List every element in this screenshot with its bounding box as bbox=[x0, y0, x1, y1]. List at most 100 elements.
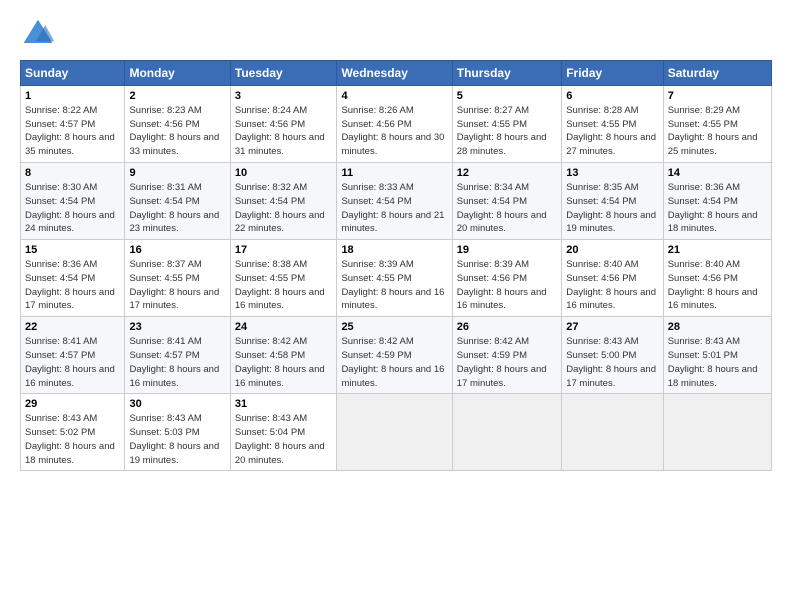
day-daylight: Daylight: 8 hours and 28 minutes. bbox=[457, 132, 547, 157]
day-daylight: Daylight: 8 hours and 16 minutes. bbox=[457, 287, 547, 312]
day-sunset: Sunset: 5:00 PM bbox=[566, 350, 636, 361]
day-sunset: Sunset: 4:54 PM bbox=[25, 196, 95, 207]
day-daylight: Daylight: 8 hours and 30 minutes. bbox=[341, 132, 444, 157]
day-daylight: Daylight: 8 hours and 16 minutes. bbox=[129, 364, 219, 389]
calendar-cell: 17Sunrise: 8:38 AMSunset: 4:55 PMDayligh… bbox=[230, 240, 337, 317]
day-sunrise: Sunrise: 8:39 AM bbox=[341, 259, 413, 270]
calendar-page: SundayMondayTuesdayWednesdayThursdayFrid… bbox=[0, 0, 792, 612]
day-daylight: Daylight: 8 hours and 17 minutes. bbox=[566, 364, 656, 389]
calendar-week-5: 29 Sunrise: 8:43 AM Sunset: 5:02 PM Dayligh… bbox=[21, 394, 772, 471]
day-sunrise: Sunrise: 8:43 AM bbox=[566, 336, 638, 347]
calendar-cell: 8Sunrise: 8:30 AM Sunset: 4:54 PM Daylight… bbox=[21, 163, 125, 240]
day-sunset: Sunset: 4:57 PM bbox=[25, 119, 95, 130]
day-number: 12 bbox=[457, 166, 557, 181]
day-sunrise: Sunrise: 8:42 AM bbox=[457, 336, 529, 347]
day-sunset: Sunset: 4:54 PM bbox=[457, 196, 527, 207]
day-number: 8 bbox=[25, 166, 120, 181]
day-sunset: Sunset: 4:56 PM bbox=[129, 119, 199, 130]
day-number: 20 bbox=[566, 243, 658, 258]
day-number: 25 bbox=[341, 320, 447, 335]
day-sunrise: Sunrise: 8:30 AM bbox=[25, 182, 97, 193]
day-number: 27 bbox=[566, 320, 658, 335]
day-number: 17 bbox=[235, 243, 333, 258]
day-sunrise: Sunrise: 8:43 AM bbox=[668, 336, 740, 347]
day-daylight: Daylight: 8 hours and 17 minutes. bbox=[457, 364, 547, 389]
calendar-cell: 28Sunrise: 8:43 AM Sunset: 5:01 PM Dayligh… bbox=[663, 317, 771, 394]
day-sunset: Sunset: 4:56 PM bbox=[341, 119, 411, 130]
calendar-cell: 12Sunrise: 8:34 AM Sunset: 4:54 PM Dayligh… bbox=[452, 163, 561, 240]
day-daylight: Daylight: 8 hours and 25 minutes. bbox=[668, 132, 758, 157]
calendar-cell: 30Sunrise: 8:43 AMSunset: 5:03 PMDayligh… bbox=[125, 394, 230, 471]
day-number: 10 bbox=[235, 166, 333, 181]
header-wednesday: Wednesday bbox=[337, 61, 452, 86]
day-daylight: Daylight: 8 hours and 22 minutes. bbox=[235, 210, 325, 235]
calendar-cell: 18Sunrise: 8:39 AMSunset: 4:55 PMDayligh… bbox=[337, 240, 452, 317]
calendar-cell: 22Sunrise: 8:41 AMSunset: 4:57 PMDayligh… bbox=[21, 317, 125, 394]
day-number: 9 bbox=[129, 166, 225, 181]
day-sunrise: Sunrise: 8:26 AM bbox=[341, 105, 413, 116]
calendar-cell: 16Sunrise: 8:37 AMSunset: 4:55 PMDayligh… bbox=[125, 240, 230, 317]
calendar-cell: 1Sunrise: 8:22 AMSunset: 4:57 PMDaylight… bbox=[21, 86, 125, 163]
calendar-cell: 15Sunrise: 8:36 AMSunset: 4:54 PMDayligh… bbox=[21, 240, 125, 317]
day-daylight: Daylight: 8 hours and 16 minutes. bbox=[566, 287, 656, 312]
day-daylight: Daylight: 8 hours and 20 minutes. bbox=[235, 441, 325, 466]
calendar-week-1: 1Sunrise: 8:22 AMSunset: 4:57 PMDaylight… bbox=[21, 86, 772, 163]
day-sunrise: Sunrise: 8:36 AM bbox=[668, 182, 740, 193]
calendar-week-2: 8Sunrise: 8:30 AM Sunset: 4:54 PM Daylight… bbox=[21, 163, 772, 240]
day-sunset: Sunset: 5:01 PM bbox=[668, 350, 738, 361]
day-number: 5 bbox=[457, 89, 557, 104]
day-sunrise: Sunrise: 8:43 AM bbox=[235, 413, 307, 424]
day-daylight: Daylight: 8 hours and 27 minutes. bbox=[566, 132, 656, 157]
day-sunset: Sunset: 4:59 PM bbox=[457, 350, 527, 361]
day-sunset: Sunset: 4:56 PM bbox=[566, 273, 636, 284]
day-number: 24 bbox=[235, 320, 333, 335]
logo-icon bbox=[20, 16, 56, 52]
calendar-cell: 9Sunrise: 8:31 AMSunset: 4:54 PMDaylight… bbox=[125, 163, 230, 240]
day-sunset: Sunset: 4:58 PM bbox=[235, 350, 305, 361]
calendar-cell bbox=[337, 394, 452, 471]
day-number: 28 bbox=[668, 320, 767, 335]
header-tuesday: Tuesday bbox=[230, 61, 337, 86]
day-number: 3 bbox=[235, 89, 333, 104]
day-sunset: Sunset: 4:55 PM bbox=[566, 119, 636, 130]
day-daylight: Daylight: 8 hours and 18 minutes. bbox=[668, 364, 758, 389]
day-sunrise: Sunrise: 8:40 AM bbox=[668, 259, 740, 270]
header-sunday: Sunday bbox=[21, 61, 125, 86]
day-number: 26 bbox=[457, 320, 557, 335]
day-sunrise: Sunrise: 8:36 AM bbox=[25, 259, 97, 270]
day-sunrise: Sunrise: 8:29 AM bbox=[668, 105, 740, 116]
day-sunset: Sunset: 4:54 PM bbox=[25, 273, 95, 284]
day-sunrise: Sunrise: 8:39 AM bbox=[457, 259, 529, 270]
day-daylight: Daylight: 8 hours and 20 minutes. bbox=[457, 210, 547, 235]
day-daylight: Daylight: 8 hours and 33 minutes. bbox=[129, 132, 219, 157]
day-sunset: Sunset: 4:55 PM bbox=[341, 273, 411, 284]
day-sunrise: Sunrise: 8:37 AM bbox=[129, 259, 201, 270]
day-daylight: Daylight: 8 hours and 19 minutes. bbox=[566, 210, 656, 235]
calendar-cell: 21Sunrise: 8:40 AMSunset: 4:56 PMDayligh… bbox=[663, 240, 771, 317]
day-number: 13 bbox=[566, 166, 658, 181]
day-number: 29 bbox=[25, 397, 120, 412]
day-sunrise: Sunrise: 8:35 AM bbox=[566, 182, 638, 193]
day-daylight: Daylight: 8 hours and 24 minutes. bbox=[25, 210, 115, 235]
calendar-cell: 10Sunrise: 8:32 AMSunset: 4:54 PMDayligh… bbox=[230, 163, 337, 240]
header-thursday: Thursday bbox=[452, 61, 561, 86]
day-sunrise: Sunrise: 8:28 AM bbox=[566, 105, 638, 116]
day-sunset: Sunset: 4:59 PM bbox=[341, 350, 411, 361]
calendar-cell: 11Sunrise: 8:33 AMSunset: 4:54 PMDayligh… bbox=[337, 163, 452, 240]
day-sunset: Sunset: 5:02 PM bbox=[25, 427, 95, 438]
calendar-cell bbox=[452, 394, 561, 471]
day-daylight: Daylight: 8 hours and 16 minutes. bbox=[235, 364, 325, 389]
calendar-cell: 14Sunrise: 8:36 AMSunset: 4:54 PMDayligh… bbox=[663, 163, 771, 240]
header-friday: Friday bbox=[562, 61, 663, 86]
day-sunset: Sunset: 4:54 PM bbox=[235, 196, 305, 207]
day-number: 19 bbox=[457, 243, 557, 258]
day-sunset: Sunset: 4:55 PM bbox=[457, 119, 527, 130]
calendar-cell: 27Sunrise: 8:43 AM Sunset: 5:00 PM Dayligh… bbox=[562, 317, 663, 394]
day-daylight: Daylight: 8 hours and 18 minutes. bbox=[668, 210, 758, 235]
day-sunset: Sunset: 4:57 PM bbox=[129, 350, 199, 361]
day-daylight: Daylight: 8 hours and 35 minutes. bbox=[25, 132, 115, 157]
day-number: 30 bbox=[129, 397, 225, 412]
day-sunrise: Sunrise: 8:34 AM bbox=[457, 182, 529, 193]
day-daylight: Daylight: 8 hours and 16 minutes. bbox=[341, 287, 444, 312]
day-sunset: Sunset: 4:57 PM bbox=[25, 350, 95, 361]
